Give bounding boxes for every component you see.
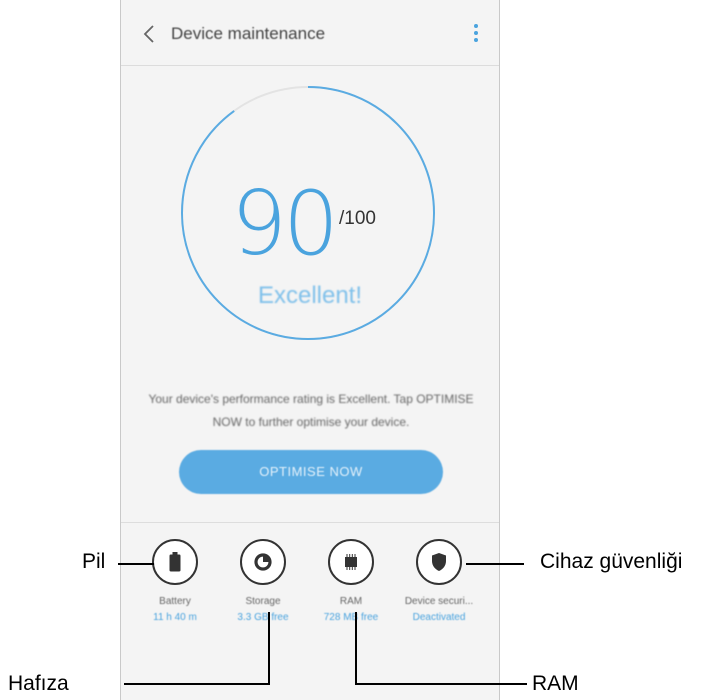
storage-button[interactable] [240, 539, 286, 585]
battery-icon [169, 552, 181, 572]
score-rating: Excellent! [257, 282, 363, 309]
ram-tool[interactable]: RAM 728 MB free [311, 539, 391, 623]
battery-label: Battery [159, 596, 191, 607]
security-callout-line [466, 563, 524, 565]
battery-tool[interactable]: Battery 11 h 40 m [135, 539, 215, 623]
more-vertical-icon [474, 24, 478, 28]
security-tool[interactable]: Device securi... Deactivated [399, 539, 479, 623]
phone-screen: Device maintenance 90 /100 Excellent! Yo… [120, 0, 500, 700]
security-label: Device securi... [404, 596, 474, 607]
score-value: 90 [231, 172, 339, 275]
more-vertical-icon-dot [474, 31, 478, 35]
battery-button[interactable] [152, 539, 198, 585]
storage-icon [254, 553, 272, 571]
chevron-left-icon [143, 25, 154, 43]
page-title: Device maintenance [171, 24, 326, 43]
security-button[interactable] [416, 539, 462, 585]
divider [121, 522, 499, 523]
ram-callout-line-h [355, 683, 527, 685]
score-display: 90 /100 [121, 170, 499, 280]
storage-callout: Hafıza [8, 672, 69, 695]
battery-callout-line [118, 563, 154, 565]
shield-icon [432, 553, 446, 571]
battery-callout: Pil [82, 550, 106, 573]
storage-callout-line-h [124, 683, 270, 685]
ram-label: RAM [339, 596, 363, 607]
optimise-now-button[interactable]: OPTIMISE NOW [179, 450, 443, 494]
performance-description: Your device's performance rating is Exce… [148, 392, 474, 429]
storage-tool[interactable]: Storage 3.3 GB free [223, 539, 303, 623]
back-button[interactable] [139, 22, 159, 46]
ram-button[interactable] [328, 539, 374, 585]
app-bar: Device maintenance [121, 0, 499, 66]
ram-callout: RAM [532, 672, 579, 695]
more-options-button[interactable] [473, 24, 479, 44]
ram-callout-line-v [355, 612, 357, 684]
ram-value: 728 MB free [323, 612, 379, 623]
ram-chip-icon [345, 554, 357, 570]
security-value: Deactivated [412, 612, 466, 623]
storage-value: 3.3 GB free [237, 612, 289, 623]
security-callout: Cihaz güvenliği [540, 550, 683, 573]
storage-callout-line-v [268, 612, 270, 684]
score-max: /100 [339, 208, 376, 229]
storage-label: Storage [245, 596, 281, 607]
battery-value: 11 h 40 m [153, 612, 197, 623]
more-vertical-icon-dot [474, 38, 478, 42]
